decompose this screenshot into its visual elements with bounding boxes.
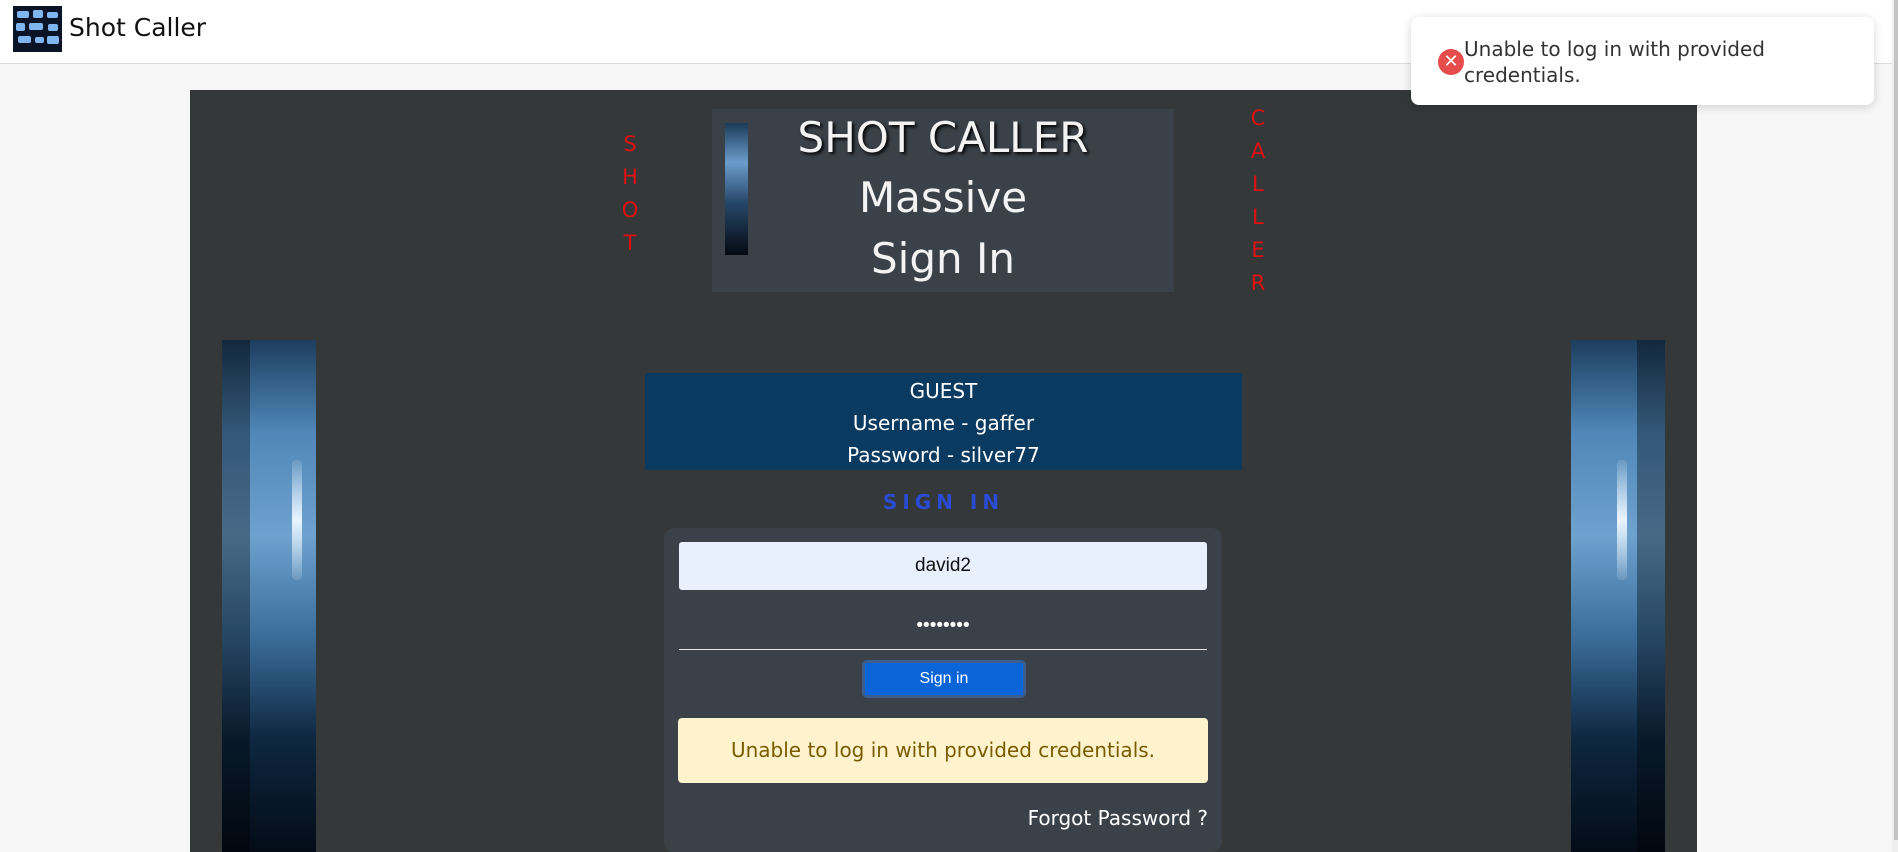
app-name[interactable]: Shot Caller: [69, 13, 206, 42]
guest-password: Password - silver77: [847, 443, 1040, 467]
error-alert: Unable to log in with provided credentia…: [678, 718, 1208, 783]
password-input[interactable]: [679, 602, 1207, 650]
page-scrollbar[interactable]: [1892, 0, 1898, 852]
title-box: SHOT CALLER Massive Sign In: [712, 109, 1174, 292]
signin-form: Sign in Unable to log in with provided c…: [664, 528, 1222, 852]
forgot-password-link[interactable]: Forgot Password ?: [1028, 806, 1208, 830]
vertical-text-shot: S H O T: [621, 132, 639, 255]
toast-message: Unable to log in with provided credentia…: [1464, 37, 1765, 87]
vertical-text-caller: C A L L E R: [1250, 106, 1266, 295]
app-logo-icon[interactable]: [13, 6, 62, 52]
signin-heading: SIGN IN: [882, 490, 1005, 514]
guest-label: GUEST: [909, 379, 978, 403]
right-decor-image: [1571, 340, 1665, 852]
page-subtitle: Massive: [858, 173, 1028, 222]
guest-credentials-box: GUEST Username - gaffer Password - silve…: [645, 373, 1242, 470]
signin-button[interactable]: Sign in: [862, 660, 1026, 698]
error-toast[interactable]: ✕ Unable to log in with provided credent…: [1411, 17, 1874, 105]
guest-username: Username - gaffer: [852, 411, 1035, 435]
error-x-icon: ✕: [1438, 49, 1464, 75]
username-input[interactable]: [679, 542, 1207, 590]
scrollbar-thumb[interactable]: [1894, 0, 1898, 840]
page-heading: Sign In: [871, 234, 1015, 283]
page-title: SHOT CALLER: [797, 113, 1089, 162]
left-decor-image: [222, 340, 316, 852]
